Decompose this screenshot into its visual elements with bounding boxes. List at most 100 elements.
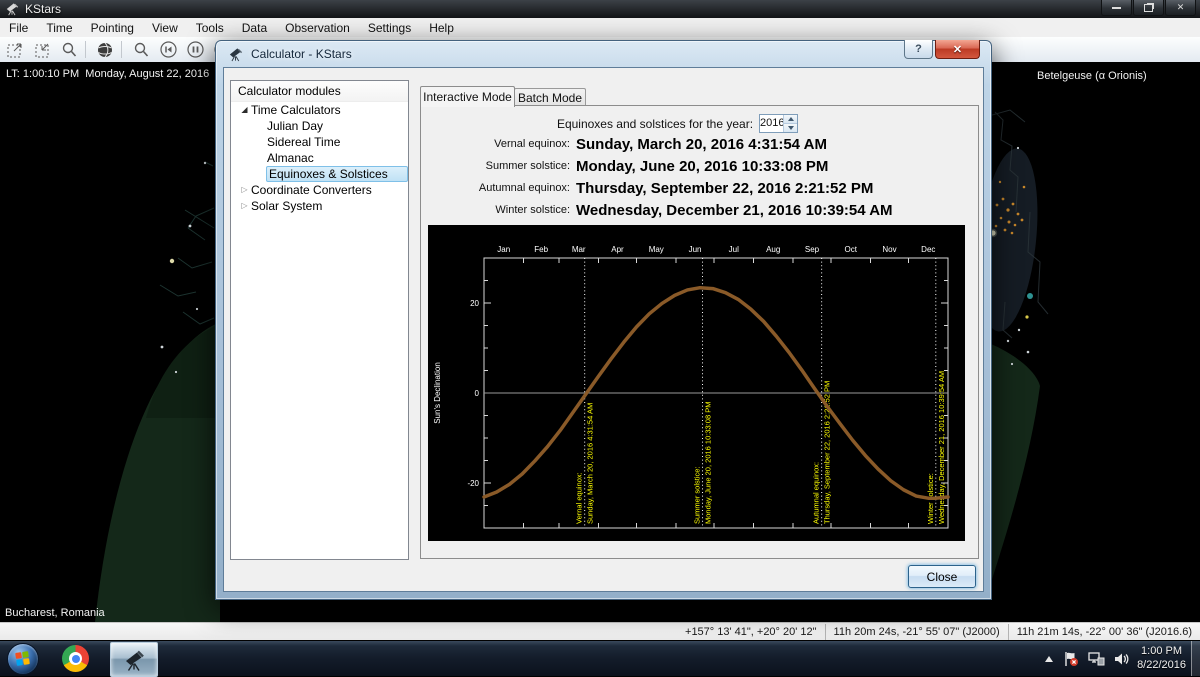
close-button[interactable]: ✕ [1165, 0, 1196, 16]
tree-item-almanac[interactable]: Almanac [231, 150, 408, 166]
svg-text:Sun's Declination: Sun's Declination [433, 362, 442, 424]
time-step-back-icon[interactable] [156, 39, 180, 60]
svg-text:Autumnal equinox:: Autumnal equinox: [812, 462, 821, 524]
menu-help[interactable]: Help [420, 19, 463, 37]
menu-file[interactable]: File [0, 19, 37, 37]
start-button[interactable] [7, 643, 39, 675]
year-value[interactable]: 2016 [760, 115, 784, 132]
find-object-icon[interactable] [129, 39, 153, 60]
status-bar: +157° 13' 41", +20° 20' 12" 11h 20m 24s,… [0, 622, 1200, 641]
svg-text:Feb: Feb [534, 245, 548, 254]
restore-button[interactable] [1133, 0, 1164, 16]
clock-time: 1:00 PM [1141, 645, 1183, 657]
action-center-flag-icon[interactable] [1063, 651, 1079, 667]
down-arrow-icon [787, 126, 794, 130]
svg-text:Mar: Mar [572, 245, 586, 254]
tab-interactive-mode[interactable]: Interactive Mode [420, 86, 515, 107]
close-icon: ✕ [952, 43, 963, 56]
menu-observation[interactable]: Observation [276, 19, 359, 37]
svg-text:20: 20 [470, 299, 479, 308]
tree-item-equinoxes-solstices[interactable]: Equinoxes & Solstices [231, 166, 408, 182]
tree-item-julian-day[interactable]: Julian Day [231, 118, 408, 134]
infobox-location[interactable]: Bucharest, Romania [5, 607, 105, 619]
svg-text:Wednesday, December 21, 2016 1: Wednesday, December 21, 2016 10:39:54 AM [937, 371, 946, 524]
result-row-vernal: Vernal equinox: Sunday, March 20, 2016 4… [421, 133, 978, 155]
tree-item-label: Sidereal Time [267, 135, 341, 149]
tree-item-sidereal-time[interactable]: Sidereal Time [231, 134, 408, 150]
show-desktop-button[interactable] [1191, 641, 1200, 676]
result-row-summer: Summer solstice: Monday, June 20, 2016 1… [421, 155, 978, 177]
infobox-time[interactable]: LT: 1:00:10 PM Monday, August 22, 2016 [6, 68, 209, 80]
calculator-modules-tree: Calculator modules ◢ Time Calculators Ju… [230, 80, 409, 560]
svg-text:Jun: Jun [689, 245, 702, 254]
restore-icon [1144, 3, 1153, 12]
clock-date: 8/22/2016 [1137, 659, 1186, 671]
svg-text:Jul: Jul [729, 245, 739, 254]
globe-icon[interactable] [93, 39, 117, 60]
collapsed-icon[interactable]: ▷ [238, 198, 251, 214]
kstars-app-icon [6, 3, 19, 16]
collapsed-icon[interactable]: ▷ [238, 182, 251, 198]
dialog-close-action-button[interactable]: Close [908, 565, 976, 588]
taskbar: 1:00 PM 8/22/2016 [0, 640, 1200, 677]
menu-pointing[interactable]: Pointing [82, 19, 143, 37]
tree-item-solar-system[interactable]: ▷ Solar System [231, 198, 408, 214]
kstars-taskbar-button[interactable] [110, 642, 158, 677]
toolbar-separator [121, 41, 122, 58]
box-arrow-in-icon[interactable] [30, 39, 54, 60]
svg-text:Monday, June 20, 2016 10:33:08: Monday, June 20, 2016 10:33:08 PM [704, 402, 713, 524]
tray-expand-icon[interactable] [1044, 655, 1054, 663]
svg-text:Jan: Jan [497, 245, 510, 254]
infobox-focus-object[interactable]: Betelgeuse (α Orionis) [1037, 70, 1147, 82]
spin-down-button[interactable] [784, 123, 798, 132]
result-label: Autumnal equinox: [478, 182, 570, 194]
result-label: Winter solstice: [495, 204, 570, 216]
tree-item-label: Julian Day [267, 119, 324, 133]
local-time-label: LT: 1:00:10 PM [6, 68, 80, 80]
kstars-titlebar[interactable]: KStars ✕ [0, 0, 1200, 18]
svg-text:Summer solstice:: Summer solstice: [693, 466, 702, 524]
minimize-icon [1112, 6, 1121, 9]
minimize-button[interactable] [1101, 0, 1132, 16]
tree-item-time-calculators[interactable]: ◢ Time Calculators [231, 102, 408, 118]
interactive-mode-pane: Equinoxes and solstices for the year: 20… [420, 105, 979, 559]
menu-time[interactable]: Time [37, 19, 81, 37]
up-arrow-icon [787, 117, 794, 121]
network-icon[interactable] [1088, 651, 1105, 666]
svg-text:May: May [649, 245, 664, 254]
menu-settings[interactable]: Settings [359, 19, 420, 37]
close-icon: ✕ [1176, 2, 1185, 12]
menu-view[interactable]: View [143, 19, 187, 37]
result-label: Summer solstice: [485, 160, 570, 172]
result-label: Vernal equinox: [494, 138, 570, 150]
year-spinbox[interactable]: 2016 [759, 114, 799, 133]
local-date-label: Monday, August 22, 2016 [85, 68, 210, 80]
result-value: Thursday, September 22, 2016 2:21:52 PM [576, 179, 874, 197]
tree-item-label: Almanac [267, 151, 314, 165]
zoom-icon[interactable] [57, 39, 81, 60]
chrome-taskbar-icon[interactable] [62, 645, 89, 672]
dialog-help-button[interactable]: ? [904, 40, 933, 59]
volume-icon[interactable] [1114, 652, 1130, 666]
time-pause-icon[interactable] [183, 39, 207, 60]
declination-chart: Jan Feb Mar Apr May Jun Jul Aug Sep Oct Nov Dec 20 0 -… [428, 225, 965, 541]
dialog-close-button[interactable]: ✕ [935, 40, 980, 59]
toolbar-separator [85, 41, 86, 58]
tree-item-coordinate-converters[interactable]: ▷ Coordinate Converters [231, 182, 408, 198]
expanded-icon[interactable]: ◢ [238, 102, 251, 118]
spin-up-button[interactable] [784, 115, 798, 123]
tree-item-label: Solar System [251, 199, 323, 213]
tree-item-label: Time Calculators [251, 103, 341, 117]
svg-text:Aug: Aug [766, 245, 780, 254]
result-row-winter: Winter solstice: Wednesday, December 21,… [421, 199, 978, 221]
status-horizontal-coords: +157° 13' 41", +20° 20' 12" [685, 625, 817, 638]
box-arrow-out-icon[interactable] [3, 39, 27, 60]
menu-data[interactable]: Data [233, 19, 276, 37]
taskbar-clock[interactable]: 1:00 PM 8/22/2016 [1137, 644, 1186, 672]
calculator-dialog: Calculator - KStars ? ✕ Calculator modul… [215, 40, 992, 600]
svg-text:Oct: Oct [845, 245, 858, 254]
windows-flag-icon [15, 651, 30, 666]
tree-header: Calculator modules [231, 81, 408, 102]
menu-tools[interactable]: Tools [187, 19, 233, 37]
dialog-titlebar[interactable]: Calculator - KStars ? ✕ [216, 40, 991, 67]
